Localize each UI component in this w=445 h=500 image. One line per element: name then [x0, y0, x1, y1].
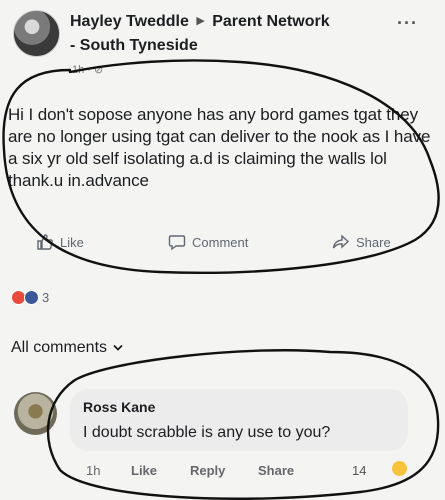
reaction-summary[interactable]: 3 [11, 290, 49, 305]
laugh-reaction-icon [392, 461, 407, 476]
share-label: Share [356, 234, 391, 250]
comments-sort-label: All comments [11, 339, 108, 356]
arrow-right-icon: ▶ [196, 15, 205, 27]
reaction-count: 3 [42, 290, 50, 305]
more-options-icon[interactable]: ··· [397, 13, 418, 34]
like-label: Like [60, 234, 84, 250]
comment-reply-button[interactable]: Reply [190, 463, 225, 478]
comment-like-button[interactable]: Like [131, 463, 157, 478]
share-button[interactable]: Share [332, 233, 391, 251]
post-author-name[interactable]: Hayley Tweddle [70, 13, 189, 30]
commenter-avatar[interactable] [14, 392, 57, 435]
thumbs-up-icon [37, 234, 53, 250]
comment-timestamp[interactable]: 1h [86, 463, 100, 478]
post-text: Hi I don't sopose anyone has any bord ga… [8, 105, 431, 190]
like-reaction-icon [24, 290, 39, 305]
comments-sort-dropdown[interactable]: All comments [11, 339, 123, 357]
poster-avatar[interactable] [13, 10, 60, 57]
comment-author-name[interactable]: Ross Kane [83, 399, 155, 415]
comment-text: I doubt scrabble is any use to you? [83, 424, 331, 441]
comment-label: Comment [192, 234, 249, 250]
share-arrow-icon [332, 234, 350, 249]
post-author-line: Hayley Tweddle ▶ Parent Network [70, 13, 330, 31]
post-group-name-continued[interactable]: - South Tyneside [70, 37, 198, 55]
chevron-down-icon [113, 344, 123, 351]
comment-reaction-count: 14 [352, 463, 367, 478]
like-button[interactable]: Like [36, 233, 84, 251]
post-group-name[interactable]: Parent Network [212, 13, 329, 30]
comment-bubble-icon [168, 235, 186, 251]
post-timestamp[interactable]: 1h · ⊘ [72, 63, 103, 76]
comment-button[interactable]: Comment [168, 233, 248, 251]
comment-share-button[interactable]: Share [258, 463, 294, 478]
